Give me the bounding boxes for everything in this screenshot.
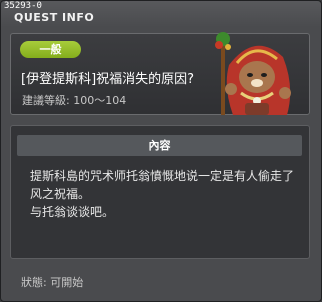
staff-bead-shape [215,41,223,49]
eye-shape [247,73,253,77]
eye-shape [261,73,267,77]
hand-shape [279,87,291,99]
quest-status: 狀態: 可開始 [21,276,84,289]
category-badge: 一般 [20,41,81,58]
robe-shape [245,103,269,115]
window-title: QUEST INFO [14,11,95,24]
staff-bead-shape [225,44,231,50]
level-requirement: 建議等級: 100～104 [22,94,127,107]
content-line: 与托翁谈谈吧。 [30,205,115,219]
npc-shaman-portrait-icon [215,32,291,115]
staff-shape [221,41,225,115]
muzzle-shape [251,79,263,87]
hand-shape [225,83,237,95]
quest-info-window: 35293-0 QUEST INFO 一般 [伊登提斯科]祝福消失的原因? 建議… [0,0,322,302]
content-line: 提斯科島的咒术师托翁憤慨地说一定是有人偷走了 [30,169,295,183]
face-shape [239,61,275,93]
quest-name: [伊登提斯科]祝福消失的原因? [21,72,195,87]
content-header: 內容 [17,135,302,156]
content-line: 风之祝福。 [30,187,91,201]
quest-id: 35293-0 [4,1,42,11]
content-body: 提斯科島的咒术师托翁憤慨地说一定是有人偷走了 风之祝福。 与托翁谈谈吧。 [30,167,306,221]
